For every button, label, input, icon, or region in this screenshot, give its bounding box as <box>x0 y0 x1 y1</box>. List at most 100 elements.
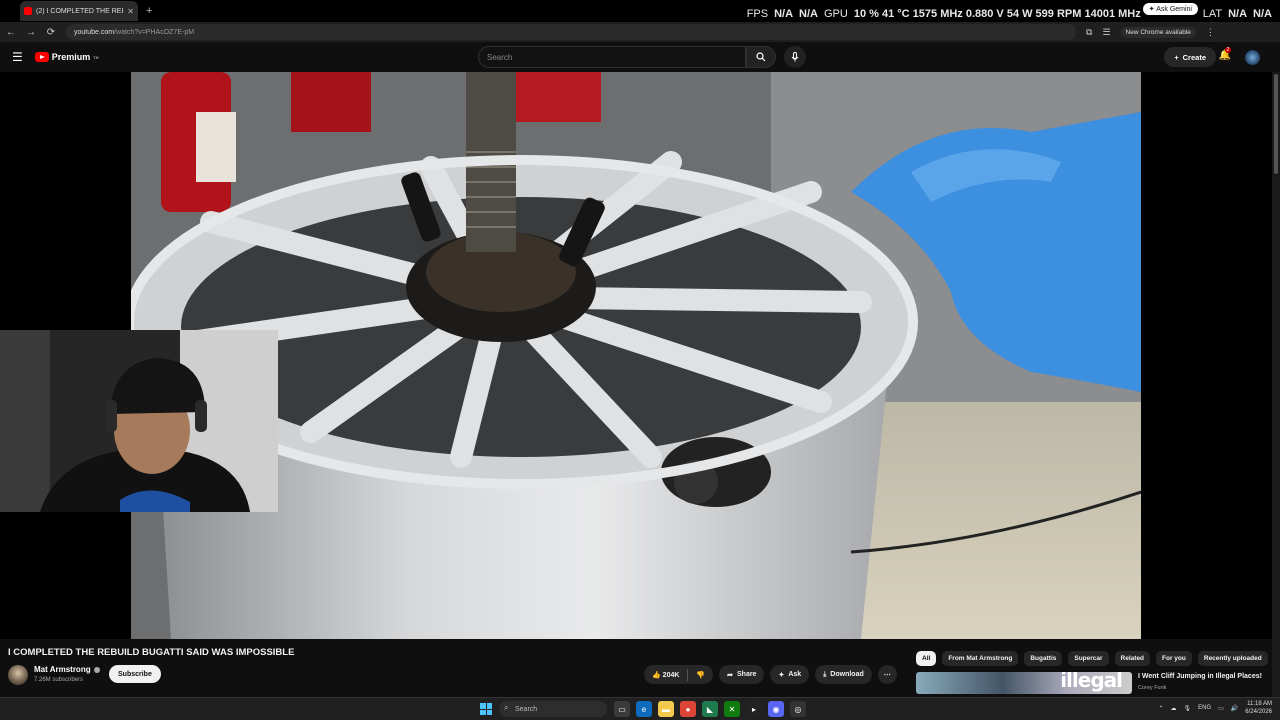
system-tray: ⌃ ☁ 🎙 ENG ▭ 🔊 11:18 AM 6/24/2026 <box>1158 700 1272 716</box>
youtube-logo-text: Premium <box>51 52 91 62</box>
more-horizontal-icon: ⋯ <box>883 671 891 679</box>
fps-value-2: N/A <box>799 8 818 20</box>
page-scrollbar[interactable] <box>1272 72 1280 702</box>
tray-overflow-icon[interactable]: ⌃ <box>1158 705 1163 712</box>
task-view-icon[interactable]: ▭ <box>614 701 630 717</box>
download-label: Download <box>830 671 864 678</box>
search-input[interactable]: Search <box>478 46 746 68</box>
voice-search-button[interactable] <box>784 46 806 68</box>
screen: (2) I COMPLETED THE REBUIL ✕ + ✦ Ask Gem… <box>0 0 1280 720</box>
cloud-icon[interactable]: ☁ <box>1171 705 1177 712</box>
network-icon[interactable]: ▭ <box>1218 705 1224 712</box>
recommended-channel[interactable]: Corey Funk <box>1138 685 1166 691</box>
more-actions-button[interactable]: ⋯ <box>877 665 897 684</box>
hamburger-menu-icon[interactable]: ☰ <box>12 50 23 64</box>
download-button[interactable]: ⤓ Download <box>815 665 872 684</box>
fps-value: N/A <box>774 8 794 20</box>
youtube-header: ☰ Premium TH Search + Create 🔔 2 <box>0 42 1280 72</box>
tab-title: (2) I COMPLETED THE REBUIL <box>36 7 123 15</box>
country-code: TH <box>93 54 99 60</box>
clock[interactable]: 11:18 AM 6/24/2026 <box>1245 700 1272 716</box>
xbox-icon[interactable]: ✕ <box>724 701 740 717</box>
nvidia-icon[interactable]: ◣ <box>702 701 718 717</box>
video-title: I COMPLETED THE REBUILD BUGATTI SAID WAS… <box>8 647 295 658</box>
search-icon <box>756 52 766 62</box>
divider <box>687 668 689 681</box>
new-tab-button[interactable]: + <box>146 5 152 17</box>
windows-start-icon[interactable] <box>480 703 492 715</box>
download-icon: ⤓ <box>823 670 827 678</box>
chip-recently-uploaded[interactable]: Recently uploaded <box>1197 651 1268 666</box>
channel-name[interactable]: Mat Armstrong <box>34 665 100 674</box>
toolbar-icons: ⧉ ☰ New Chrome available ⋮ <box>1086 26 1215 38</box>
thumbs-up-icon: 👍 <box>652 671 661 679</box>
chrome-icon[interactable]: ● <box>680 701 696 717</box>
search-button[interactable] <box>746 46 776 68</box>
video-actions: 👍 204K 👎 ➦ Share ✦ Ask ⤓ Download ⋯ <box>644 665 897 684</box>
file-explorer-icon[interactable]: ▬ <box>658 701 674 717</box>
url-host: youtube.com <box>74 28 115 36</box>
more-icon[interactable]: ⋮ <box>1206 27 1215 38</box>
taskbar-search[interactable]: ⌕ Search <box>499 701 607 717</box>
chip-for-you[interactable]: For you <box>1156 651 1192 666</box>
sparkle-icon: ✦ <box>778 671 785 679</box>
recommended-title[interactable]: I Went Cliff Jumping in Illegal Places! <box>1138 673 1262 680</box>
video-info: I COMPLETED THE REBUILD BUGATTI SAID WAS… <box>0 639 1280 697</box>
account-avatar[interactable] <box>1245 50 1260 65</box>
share-button[interactable]: ➦ Share <box>719 665 765 684</box>
like-dislike-group: 👍 204K 👎 <box>644 665 714 684</box>
dislike-button[interactable]: 👎 <box>696 671 705 679</box>
video-frame[interactable] <box>131 72 1141 639</box>
chip-supercar[interactable]: Supercar <box>1068 651 1109 666</box>
clock-time: 11:18 AM <box>1247 701 1272 707</box>
chip-from-channel[interactable]: From Mat Armstrong <box>942 651 1019 666</box>
url-path: /watch?v=PHAcOZ7E-pM <box>114 28 195 36</box>
ask-gemini-button[interactable]: ✦ Ask Gemini <box>1142 3 1198 15</box>
ask-button[interactable]: ✦ Ask <box>770 665 810 684</box>
tab-close-icon[interactable]: ✕ <box>127 7 134 16</box>
chip-bugattis[interactable]: Bugattis <box>1024 651 1063 666</box>
address-bar[interactable]: youtube.com /watch?v=PHAcOZ7E-pM <box>66 24 1076 40</box>
language-indicator[interactable]: ENG <box>1198 705 1211 711</box>
create-button[interactable]: + Create <box>1164 47 1216 67</box>
thumbs-down-icon: 👎 <box>696 671 706 679</box>
gpu-stats: 10 % 41 °C 1575 MHz 0.880 V 54 W 599 RPM… <box>853 8 1141 20</box>
mic-tray-icon[interactable]: 🎙 <box>1184 705 1192 712</box>
like-count: 204K <box>662 671 680 679</box>
lat-value: N/A <box>1228 8 1248 20</box>
scrollbar-thumb[interactable] <box>1274 74 1278 174</box>
notifications-button[interactable]: 🔔 2 <box>1219 47 1232 61</box>
back-button[interactable]: ← <box>6 27 16 38</box>
youtube-favicon-icon <box>24 7 32 15</box>
like-button[interactable]: 👍 204K <box>652 671 679 679</box>
browser-tab-active[interactable]: (2) I COMPLETED THE REBUIL ✕ <box>20 1 138 21</box>
edge-icon[interactable]: e <box>636 701 652 717</box>
windows-taskbar: ⌕ Search ▭ e ▬ ● ◣ ✕ ▸ ◉ ◎ ⌃ ☁ 🎙 ENG ▭ 🔊… <box>0 697 1280 720</box>
forward-button[interactable]: → <box>26 27 36 38</box>
discord-icon[interactable]: ◉ <box>768 701 784 717</box>
volume-icon[interactable]: 🔊 <box>1231 705 1238 712</box>
share-label: Share <box>737 671 757 678</box>
chip-all[interactable]: All <box>916 651 937 666</box>
create-label: Create <box>1182 52 1206 62</box>
subscribe-button[interactable]: Subscribe <box>109 665 161 683</box>
youtube-play-icon <box>34 52 49 62</box>
youtube-logo[interactable]: Premium TH <box>34 52 99 62</box>
fps-label: FPS <box>746 8 769 20</box>
channel-avatar[interactable] <box>8 665 28 685</box>
chrome-update-button[interactable]: New Chrome available <box>1120 26 1196 38</box>
extensions-icon[interactable]: ⧉ <box>1086 27 1092 38</box>
terminal-icon[interactable]: ▸ <box>746 701 762 717</box>
lat-label: LAT <box>1202 8 1223 20</box>
verified-icon <box>93 666 100 673</box>
menu-icon[interactable]: ☰ <box>1102 27 1110 38</box>
ask-label: Ask <box>788 671 802 678</box>
clock-date: 6/24/2026 <box>1245 709 1272 715</box>
app-icon[interactable]: ◎ <box>790 701 806 717</box>
recommended-thumbnail[interactable]: illegal <box>916 672 1132 694</box>
chip-related[interactable]: Related <box>1114 651 1151 666</box>
video-content-illustration <box>131 72 1141 639</box>
reload-button[interactable]: ⟳ <box>46 27 56 38</box>
thumbnail-text: illegal <box>1060 672 1123 692</box>
lat-value-2: N/A <box>1253 8 1272 20</box>
